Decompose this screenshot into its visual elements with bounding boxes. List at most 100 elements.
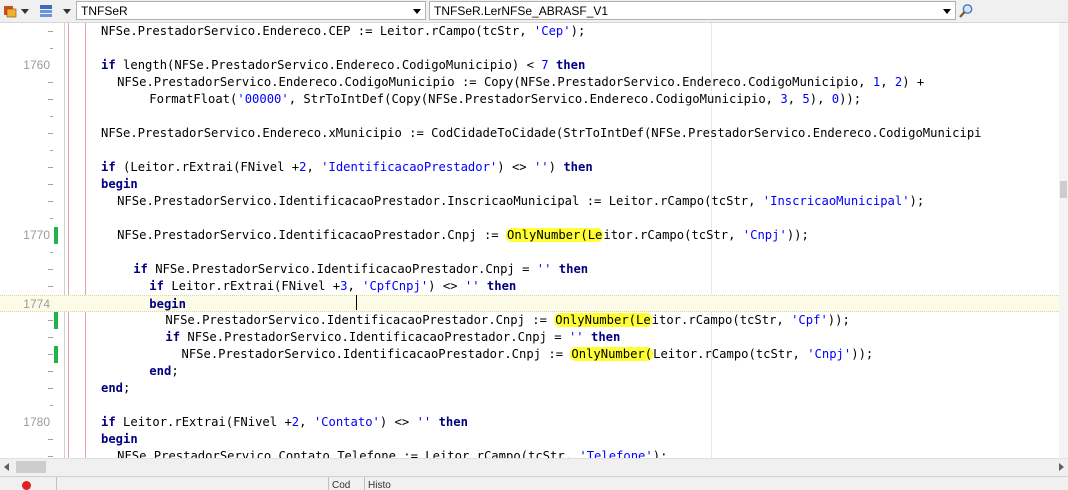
highlighted-token: OnlyNumber(Le [554, 313, 652, 327]
code-text: if Leitor.rExtrai(FNivel +2, 'Contato') … [101, 415, 468, 430]
code-text: NFSe.PrestadorServico.Endereco.CEP := Le… [101, 24, 585, 39]
code-text: begin [149, 297, 186, 312]
code-token: Leitor.rCampo(tcStr, [653, 347, 808, 361]
vertical-scroll-thumb[interactable] [1060, 181, 1067, 198]
scroll-right-icon[interactable] [1059, 463, 1064, 471]
module-dropdown-arrow[interactable] [21, 9, 29, 14]
code-line[interactable]: FormatFloat('00000', StrToIntDef(Copy(NF… [0, 91, 1059, 108]
code-line[interactable]: 1760 if length(NFSe.PrestadorServico.Ende… [0, 57, 1059, 74]
code-line[interactable]: NFSe.PrestadorServico.Endereco.xMunicipi… [0, 125, 1059, 142]
code-line[interactable]: 1780 if Leitor.rExtrai(FNivel +2, 'Contat… [0, 414, 1059, 431]
code-line[interactable]: end; [0, 380, 1059, 397]
highlighted-token: OnlyNumber(Le [505, 228, 604, 242]
code-text: FormatFloat('00000', StrToIntDef(Copy(NF… [149, 92, 861, 107]
code-text: NFSe.PrestadorServico.IdentificacaoPrest… [117, 228, 809, 243]
code-text: NFSe.PrestadorServico.IdentificacaoPrest… [117, 194, 924, 209]
line-tick-mark [48, 31, 53, 32]
code-token: Leitor.rExtrai(FNivel + [115, 415, 292, 429]
code-line[interactable]: begin [0, 176, 1059, 193]
code-line[interactable]: 1774 begin [0, 295, 1059, 312]
code-line[interactable]: NFSe.PrestadorServico.IdentificacaoPrest… [0, 312, 1059, 329]
code-token: 'CpfCnpj' [362, 279, 429, 293]
code-token: begin [149, 297, 186, 311]
code-line[interactable] [0, 244, 1059, 261]
code-token: begin [101, 432, 138, 446]
line-tick-mark [50, 150, 53, 151]
code-token: itor.rCampo(tcStr, [603, 228, 743, 242]
search-icon[interactable] [958, 3, 974, 19]
code-line[interactable]: NFSe.PrestadorServico.Endereco.CodigoMun… [0, 74, 1059, 91]
line-tick-mark [48, 439, 53, 440]
code-token: if [101, 415, 116, 429]
code-text: NFSe.PrestadorServico.Endereco.CodigoMun… [117, 75, 924, 90]
code-line[interactable]: NFSe.PrestadorServico.Contato.Telefone :… [0, 448, 1059, 458]
method-combo-value: TNFSeR.LerNFSe_ABRASF_V1 [434, 4, 609, 18]
code-token: itor.rCampo(tcStr, [651, 313, 792, 327]
code-token: then [555, 58, 586, 72]
line-number: 1780 [23, 415, 50, 429]
structure-icon[interactable] [38, 3, 54, 19]
code-token: begin [101, 177, 138, 191]
code-token: '' [464, 279, 480, 293]
code-line[interactable] [0, 142, 1059, 159]
line-tick-mark [48, 337, 53, 338]
code-line[interactable] [0, 397, 1059, 414]
code-token: , [880, 75, 895, 89]
code-token: 'Cep' [533, 24, 571, 38]
horizontal-scroll-thumb[interactable] [16, 461, 46, 473]
line-number: 1760 [23, 58, 50, 72]
changed-line-marker [54, 346, 58, 363]
code-text: begin [101, 432, 138, 447]
code-token: '00000' [237, 92, 289, 106]
code-line[interactable]: if Leitor.rExtrai(FNivel +3, 'CpfCnpj') … [0, 278, 1059, 295]
changed-line-marker [54, 227, 58, 244]
code-line[interactable] [0, 108, 1059, 125]
bottom-tab-strip: Cod Histo [0, 476, 1068, 490]
code-token: NFSe.PrestadorServico.IdentificacaoPrest… [117, 228, 506, 242]
line-number: 1774 [23, 297, 50, 311]
code-token: if [101, 58, 116, 72]
method-combo[interactable]: TNFSeR.LerNFSe_ABRASF_V1 [429, 1, 956, 20]
code-editor[interactable]: NFSe.PrestadorServico.Endereco.CEP := Le… [0, 23, 1059, 458]
code-token: ) <> [379, 415, 417, 429]
code-line[interactable]: if NFSe.PrestadorServico.IdentificacaoPr… [0, 261, 1059, 278]
line-tick-mark [48, 184, 53, 185]
code-line[interactable] [0, 210, 1059, 227]
code-line[interactable]: NFSe.PrestadorServico.Endereco.CEP := Le… [0, 23, 1059, 40]
bottom-tab[interactable] [56, 477, 327, 490]
code-line[interactable]: if NFSe.PrestadorServico.IdentificacaoPr… [0, 329, 1059, 346]
scroll-left-icon[interactable] [4, 463, 9, 471]
code-text: NFSe.PrestadorServico.IdentificacaoPrest… [181, 347, 873, 362]
horizontal-scrollbar[interactable] [0, 458, 1068, 476]
code-token: , [787, 92, 803, 106]
code-line[interactable] [0, 40, 1059, 57]
code-token: NFSe.PrestadorServico.IdentificacaoPrest… [181, 347, 571, 361]
module-icon[interactable] [2, 3, 18, 19]
line-tick-mark [48, 371, 53, 372]
tab-history[interactable]: Histo [364, 477, 415, 490]
code-token: NFSe.PrestadorServico.Endereco.xMunicipi… [101, 126, 982, 140]
code-line[interactable]: 1770 NFSe.PrestadorServico.IdentificacaoP… [0, 227, 1059, 244]
line-tick-mark [50, 116, 53, 117]
line-tick-mark [48, 456, 53, 457]
line-tick-mark [48, 286, 53, 287]
vertical-scrollbar[interactable] [1059, 23, 1068, 458]
code-line[interactable]: end; [0, 363, 1059, 380]
code-text: if Leitor.rExtrai(FNivel +3, 'CpfCnpj') … [149, 279, 516, 294]
chevron-down-icon[interactable] [943, 9, 951, 14]
code-line[interactable]: begin [0, 431, 1059, 448]
tab-code[interactable]: Cod [328, 477, 363, 490]
structure-dropdown-arrow[interactable] [63, 9, 71, 14]
chevron-down-icon[interactable] [413, 9, 421, 14]
line-tick-mark [48, 99, 53, 100]
code-line[interactable]: NFSe.PrestadorServico.IdentificacaoPrest… [0, 346, 1059, 363]
code-token: NFSe.PrestadorServico.IdentificacaoPrest… [165, 313, 555, 327]
line-tick-mark [50, 405, 53, 406]
code-line[interactable]: if (Leitor.rExtrai(FNivel +2, 'Identific… [0, 159, 1059, 176]
code-line[interactable]: NFSe.PrestadorServico.IdentificacaoPrest… [0, 193, 1059, 210]
code-token: ; [171, 364, 179, 378]
class-combo[interactable]: TNFSeR [76, 1, 426, 20]
code-token: length(NFSe.PrestadorServico.Endereco.Co… [115, 58, 542, 72]
